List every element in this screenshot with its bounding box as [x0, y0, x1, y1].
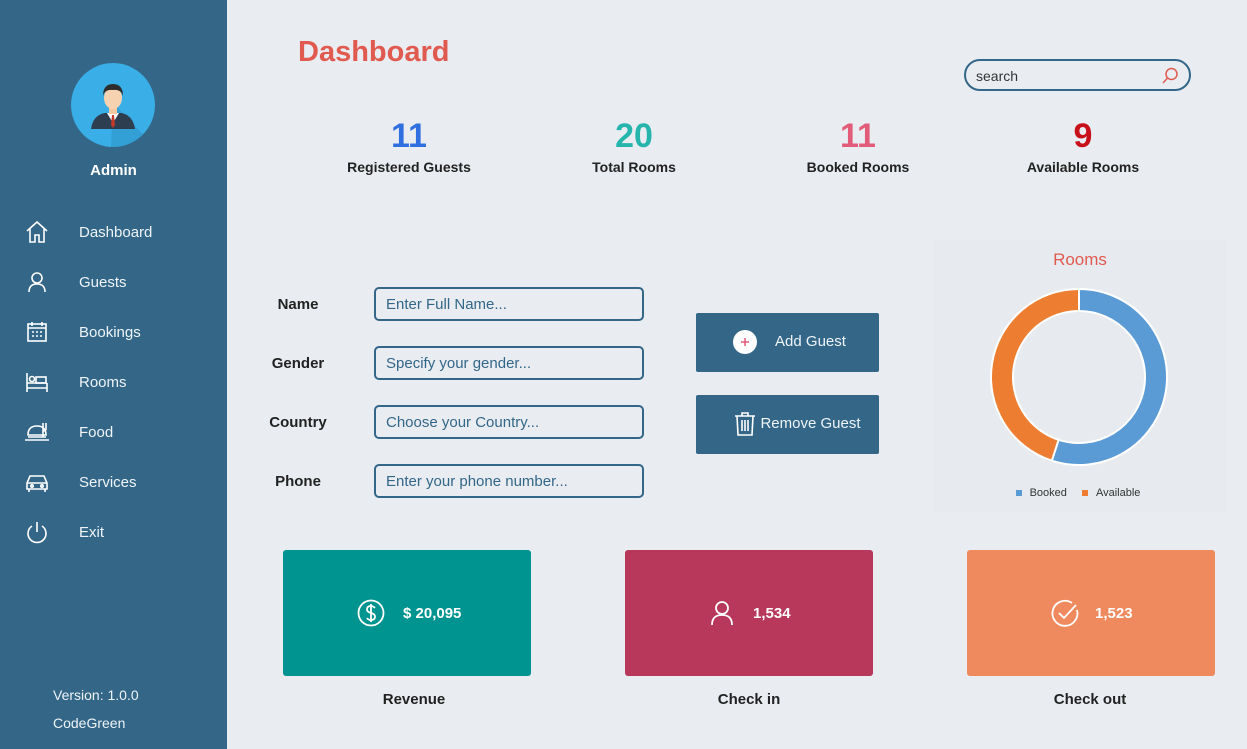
- sidebar-item-label: Guests: [79, 273, 127, 291]
- sidebar-item-label: Rooms: [79, 373, 127, 391]
- stat-registered-guests: 11 Registered Guests: [309, 116, 509, 175]
- dollar-icon: [356, 598, 386, 628]
- user-icon: [22, 267, 52, 297]
- bed-icon: [22, 367, 52, 397]
- stat-label: Total Rooms: [592, 159, 676, 175]
- checkout-card[interactable]: 1,523: [967, 550, 1215, 676]
- name-input[interactable]: [376, 289, 642, 319]
- search-input[interactable]: [976, 66, 1156, 86]
- sidebar-item-label: Food: [79, 423, 114, 441]
- sidebar-item-guests[interactable]: Guests: [0, 262, 227, 302]
- revenue-value: $ 20,095: [403, 605, 462, 622]
- sidebar-item-bookings[interactable]: Bookings: [0, 312, 227, 352]
- legend-label: Booked: [1029, 487, 1067, 499]
- search-box[interactable]: [964, 59, 1191, 91]
- stat-value: 20: [615, 117, 653, 155]
- rooms-chart: Rooms Booked Available: [933, 240, 1227, 512]
- avatar: [71, 63, 155, 147]
- add-guest-label: Add Guest: [775, 333, 846, 350]
- stat-value: 11: [840, 117, 876, 155]
- phone-label: Phone: [275, 473, 321, 490]
- checkin-value: 1,534: [753, 605, 791, 622]
- admin-name: Admin: [90, 162, 137, 179]
- home-icon: [22, 217, 52, 247]
- sidebar-item-dashboard[interactable]: Dashboard: [0, 212, 227, 252]
- food-icon: [22, 417, 52, 447]
- revenue-card[interactable]: $ 20,095: [283, 550, 531, 676]
- power-icon: [22, 517, 52, 547]
- chart-title: Rooms: [1053, 250, 1107, 269]
- company-name: CodeGreen: [53, 715, 126, 731]
- sidebar-item-label: Dashboard: [79, 223, 153, 241]
- stat-booked-rooms: 11 Booked Rooms: [758, 116, 958, 175]
- page-title: Dashboard: [298, 36, 450, 68]
- legend-item-available: Available: [1081, 487, 1144, 499]
- donut-chart: [990, 287, 1168, 466]
- stat-value: 9: [1073, 117, 1093, 155]
- name-field[interactable]: [374, 287, 644, 321]
- phone-input[interactable]: [376, 466, 642, 496]
- car-icon: [22, 467, 52, 497]
- gender-input[interactable]: [376, 348, 642, 378]
- stat-total-rooms: 20 Total Rooms: [534, 116, 734, 175]
- stat-value: 11: [391, 117, 427, 155]
- checkin-card[interactable]: 1,534: [625, 550, 873, 676]
- revenue-label: Revenue: [382, 691, 446, 708]
- admin-avatar-icon: [91, 84, 155, 147]
- legend-swatch: [1081, 490, 1088, 497]
- checkout-value: 1,523: [1095, 605, 1133, 622]
- stat-label: Available Rooms: [1026, 159, 1140, 175]
- sidebar-item-rooms[interactable]: Rooms: [0, 362, 227, 402]
- country-input[interactable]: [376, 407, 642, 437]
- sidebar-item-label: Exit: [79, 523, 105, 541]
- legend-item-booked: Booked: [1015, 487, 1071, 499]
- slice-available: [990, 287, 1080, 462]
- gender-field[interactable]: [374, 346, 644, 380]
- country-field[interactable]: [374, 405, 644, 439]
- sidebar-item-exit[interactable]: Exit: [0, 512, 227, 552]
- stat-label: Registered Guests: [347, 159, 471, 175]
- stat-label: Booked Rooms: [806, 159, 910, 175]
- sidebar-item-services[interactable]: Services: [0, 462, 227, 502]
- sidebar-item-food[interactable]: Food: [0, 412, 227, 452]
- check-circle-icon: [1050, 598, 1080, 628]
- calendar-icon: [22, 317, 52, 347]
- checkin-label: Check in: [717, 691, 781, 708]
- remove-guest-button[interactable]: Remove Guest: [696, 395, 879, 454]
- chart-legend: Booked Available: [933, 487, 1227, 499]
- search-icon[interactable]: [1160, 66, 1180, 86]
- gender-label: Gender: [271, 355, 325, 372]
- country-label: Country: [269, 414, 327, 431]
- add-guest-button[interactable]: Add Guest: [696, 313, 879, 372]
- stat-available-rooms: 9 Available Rooms: [983, 116, 1183, 175]
- phone-field[interactable]: [374, 464, 644, 498]
- user-icon: [707, 598, 737, 628]
- sidebar: Admin Dashboard Guests Bookings Rooms Fo…: [0, 0, 227, 749]
- legend-swatch: [1015, 490, 1022, 497]
- version-text: Version: 1.0.0: [53, 687, 139, 703]
- remove-guest-label: Remove Guest: [760, 415, 861, 432]
- checkout-label: Check out: [1053, 691, 1127, 708]
- name-label: Name: [277, 296, 319, 313]
- legend-label: Available: [1095, 487, 1141, 499]
- sidebar-item-label: Services: [79, 473, 137, 491]
- slice-booked: [1050, 287, 1168, 466]
- sidebar-item-label: Bookings: [79, 323, 141, 341]
